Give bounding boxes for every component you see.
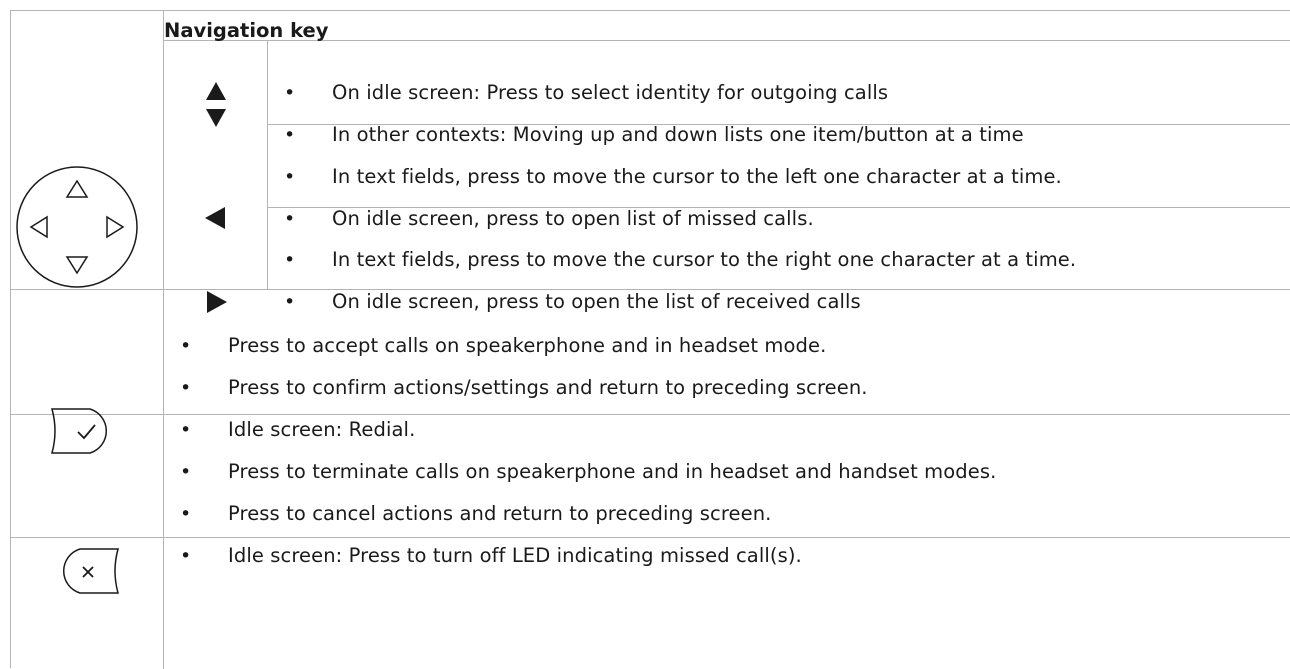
bullet: •: [284, 166, 296, 188]
arrow-up-icon: [206, 82, 226, 100]
bullet: •: [284, 208, 296, 230]
cancel-text: Press to terminate calls on speakerphone…: [228, 460, 997, 483]
up-down-text: On idle screen: Press to select identity…: [332, 81, 889, 104]
bullet: •: [284, 82, 296, 104]
left-text: In text fields, press to move the cursor…: [332, 165, 1062, 188]
bullet: •: [180, 335, 192, 357]
accept-text: Idle screen: Redial.: [228, 418, 416, 441]
bullet: •: [180, 419, 192, 441]
column-divider: [163, 11, 164, 669]
accept-text: Press to accept calls on speakerphone an…: [228, 334, 827, 357]
bullet: •: [284, 124, 296, 146]
cancel-x-key-icon: [63, 548, 119, 594]
cancel-text: Idle screen: Press to turn off LED indic…: [228, 544, 802, 567]
navigation-key-icon: [16, 166, 138, 288]
bullet: •: [284, 291, 296, 313]
right-text: In text fields, press to move the cursor…: [332, 248, 1077, 271]
left-text: On idle screen, press to open list of mi…: [332, 207, 814, 230]
arrow-left-icon: [205, 207, 225, 229]
row-divider: [11, 414, 1290, 415]
up-down-text: In other contexts: Moving up and down li…: [332, 123, 1024, 146]
accept-text: Press to confirm actions/settings and re…: [228, 376, 868, 399]
row-divider: [163, 40, 1290, 41]
bullet: •: [180, 377, 192, 399]
arrow-down-icon: [206, 109, 226, 127]
bullet: •: [284, 249, 296, 271]
arrow-right-icon: [207, 291, 227, 313]
navigation-key-heading: Navigation key: [164, 19, 329, 42]
bullet: •: [180, 545, 192, 567]
column-divider: [267, 40, 268, 289]
bullet: •: [180, 461, 192, 483]
cancel-text: Press to cancel actions and return to pr…: [228, 502, 772, 525]
row-divider: [11, 537, 1290, 538]
bullet: •: [180, 503, 192, 525]
right-text: On idle screen, press to open the list o…: [332, 290, 861, 313]
accept-check-key-icon: [51, 408, 107, 454]
